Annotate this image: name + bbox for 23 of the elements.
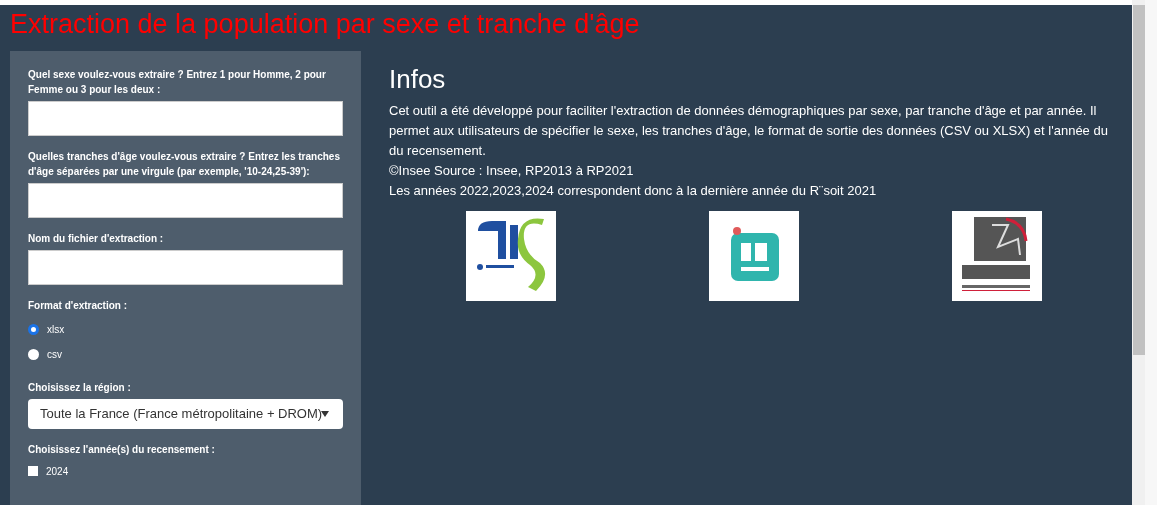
field-label: Choisissez la région : <box>28 381 132 395</box>
input-field[interactable] <box>28 250 343 285</box>
info-text: ©Insee Source : Insee, RP2013 à RP2021 <box>389 162 635 180</box>
caret-icon <box>321 411 329 417</box>
field-label: Quel sexe voulez-vous extraire ? Entrez 1 pour Homme, 2 pour Femme ou 3 pour les deux : <box>28 68 327 97</box>
radio-label: csv <box>47 348 62 362</box>
checkbox[interactable] <box>28 466 38 476</box>
checkbox-label: 2024 <box>46 464 69 479</box>
info-text: Cet outil a été développé pour faciliter l'extraction de données démographiques par sexe, par tranche d'âge et par année. Il permet aux utilisateurs de spécifier le sexe, les tranches d'âge, le format de sortie des données (CSV ou XLSX) et l'année du du recensement. <box>389 102 1109 160</box>
radio-label: xlsx <box>47 323 65 337</box>
field-label: Quelles tranches d'âge voulez-vous extraire ? Entrez les tranches d'âge séparées par une virgule (par exemple, '10-24,25-39'): <box>28 150 341 179</box>
page-title: Extraction de la population par sexe et tranche d'âge <box>9 8 641 41</box>
input-field[interactable] <box>28 101 343 136</box>
field-label: Nom du fichier d'extraction : <box>28 232 165 246</box>
radio-button[interactable] <box>28 324 39 335</box>
field-label: Format d'extraction : <box>28 299 129 313</box>
input-field[interactable] <box>28 183 343 218</box>
field-label: Choisissez l'année(s) du recensement : <box>28 443 216 457</box>
info-text: Les années 2022,2023,2024 correspondent donc à la dernière année du R¨soit 2021 <box>389 182 878 200</box>
region-dropdown[interactable]: Toute la France (France métropolitaine + DROM) <box>28 399 343 429</box>
section-heading: Infos <box>389 63 447 95</box>
scrollbar[interactable] <box>1132 0 1145 505</box>
radio-button[interactable] <box>28 349 39 360</box>
